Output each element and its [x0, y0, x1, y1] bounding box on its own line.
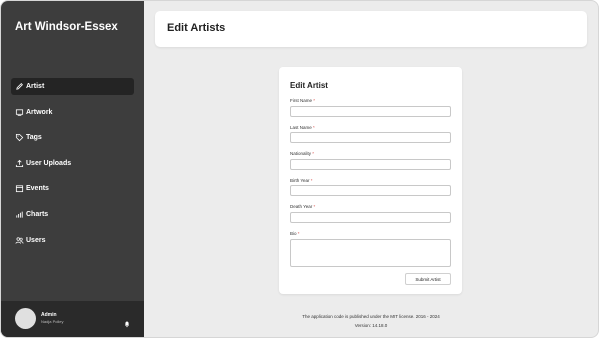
sidebar-item-label: Artist: [26, 83, 45, 90]
required-marker: *: [310, 178, 313, 183]
license-text: The application code is published under …: [302, 314, 440, 319]
bio-label: Bio *: [290, 231, 300, 236]
birth-year-input[interactable]: [290, 185, 451, 196]
bell-icon[interactable]: [123, 315, 131, 328]
required-marker: *: [297, 231, 300, 236]
version-text: Version: 14.18.0: [354, 323, 388, 328]
page-title: Edit Artists: [167, 22, 226, 34]
tag-icon: [15, 133, 24, 142]
first-name-label: First Name *: [290, 98, 315, 103]
sidebar-item-events[interactable]: Events: [11, 180, 134, 197]
sidebar-nav: Artist Artwork Tags User Uploads Events …: [11, 78, 134, 257]
upload-icon: [15, 159, 24, 168]
sidebar-item-label: Events: [26, 185, 49, 193]
field-label-text: Bio: [290, 231, 297, 236]
required-marker: *: [312, 151, 315, 156]
death-year-label: Death Year *: [290, 204, 315, 209]
user-name: Admin: [41, 312, 57, 318]
user-panel: Admin Nadja Polley: [1, 301, 144, 337]
sidebar-item-users[interactable]: Users: [11, 232, 134, 249]
field-label-text: First Name: [290, 98, 313, 103]
sidebar-item-label: Tags: [26, 134, 42, 142]
sidebar-item-artist[interactable]: Artist: [11, 78, 134, 95]
edit-artist-form: Edit Artist First Name * Last Name * Nat…: [279, 67, 462, 294]
field-label-text: Birth Year: [290, 178, 310, 183]
avatar[interactable]: [15, 308, 36, 329]
pencil-icon: [15, 82, 24, 91]
nationality-input[interactable]: [290, 159, 451, 170]
sidebar-item-artwork[interactable]: Artwork: [11, 104, 134, 121]
field-label-text: Death Year: [290, 204, 313, 209]
required-marker: *: [313, 98, 316, 103]
brand-title: Art Windsor-Essex: [15, 21, 118, 33]
last-name-label: Last Name *: [290, 125, 315, 130]
frame-icon: [15, 108, 24, 117]
calendar-icon: [15, 184, 24, 193]
first-name-input[interactable]: [290, 106, 451, 117]
sidebar-item-label: User Uploads: [26, 159, 72, 167]
last-name-input[interactable]: [290, 132, 451, 143]
death-year-input[interactable]: [290, 212, 451, 223]
nationality-label: Nationality *: [290, 151, 314, 156]
sidebar-item-label: Charts: [26, 210, 49, 218]
app-window: Art Windsor-Essex Artist Artwork Tags Us…: [0, 0, 599, 338]
sidebar-item-tags[interactable]: Tags: [11, 129, 134, 146]
bio-textarea[interactable]: [290, 239, 451, 267]
user-subtitle: Nadja Polley: [41, 319, 64, 324]
sidebar-item-label: Users: [26, 236, 46, 244]
sidebar-item-user-uploads[interactable]: User Uploads: [11, 155, 134, 172]
required-marker: *: [313, 204, 316, 209]
field-label-text: Last Name: [290, 125, 312, 130]
sidebar-item-label: Artwork: [26, 108, 53, 116]
page-header: Edit Artists: [155, 11, 587, 47]
bar-chart-icon: [15, 210, 24, 219]
users-icon: [15, 236, 24, 245]
form-title: Edit Artist: [290, 81, 328, 90]
required-marker: *: [313, 125, 315, 130]
sidebar-item-charts[interactable]: Charts: [11, 206, 134, 223]
sidebar: Art Windsor-Essex Artist Artwork Tags Us…: [1, 1, 144, 337]
submit-artist-button[interactable]: Submit Artist: [405, 273, 451, 285]
field-label-text: Nationality: [290, 151, 312, 156]
birth-year-label: Birth Year *: [290, 178, 313, 183]
